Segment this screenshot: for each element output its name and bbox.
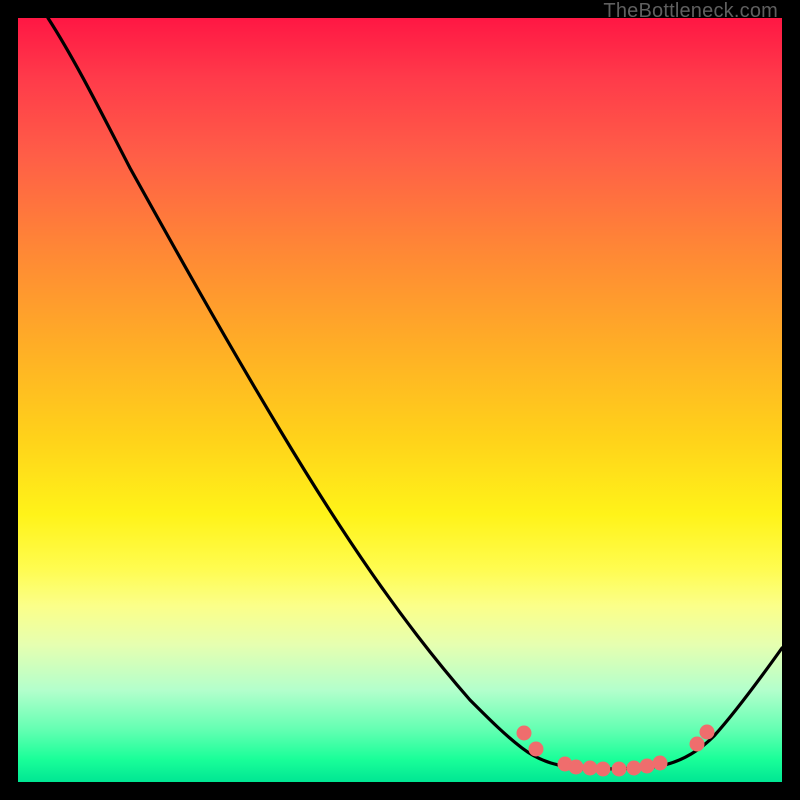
- bottleneck-curve: [48, 18, 782, 769]
- marker: [583, 761, 598, 776]
- chart-container: TheBottleneck.com: [0, 0, 800, 800]
- marker: [517, 726, 532, 741]
- marker: [529, 742, 544, 757]
- marker: [569, 760, 584, 775]
- data-markers: [517, 725, 715, 777]
- marker: [653, 756, 668, 771]
- marker: [612, 762, 627, 777]
- marker: [690, 737, 705, 752]
- marker: [700, 725, 715, 740]
- marker: [627, 761, 642, 776]
- marker: [596, 762, 611, 777]
- chart-svg: [0, 0, 800, 800]
- marker: [640, 759, 655, 774]
